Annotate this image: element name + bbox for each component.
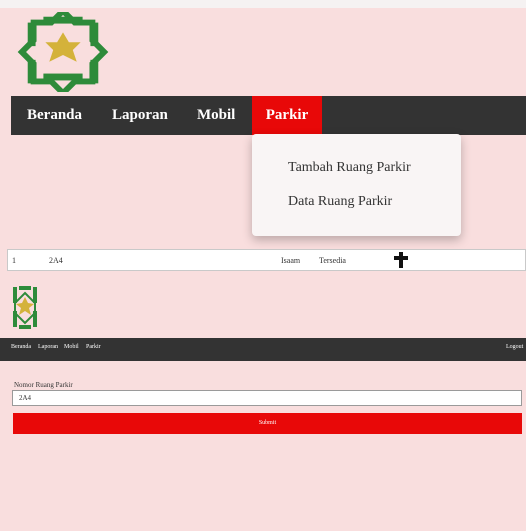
nav-laporan[interactable]: Laporan — [38, 344, 58, 350]
secondary-nav: Beranda Laporan Mobil Parkir Logout — [0, 338, 526, 361]
nomor-ruang-parkir-input[interactable]: 2A4 — [12, 390, 522, 406]
logout-link[interactable]: Logout — [506, 344, 523, 350]
nav-mobil[interactable]: Mobil — [64, 344, 79, 350]
dropdown-item-data-ruang-parkir[interactable]: Data Ruang Parkir — [288, 194, 392, 210]
cell-col3: Isaam — [281, 256, 301, 265]
logo-emblem-icon — [17, 12, 109, 92]
cell-status: Tersedia — [319, 256, 346, 265]
nav-mobil[interactable]: Mobil — [197, 96, 235, 135]
plus-icon[interactable] — [392, 251, 410, 269]
top-border — [0, 0, 526, 8]
cell-no: 1 — [12, 256, 16, 265]
logo-emblem-icon — [13, 286, 37, 329]
main-nav: Beranda Laporan Mobil Parkir — [11, 96, 526, 135]
dropdown-item-tambah-ruang-parkir[interactable]: Tambah Ruang Parkir — [288, 160, 411, 176]
submit-button[interactable]: Submit — [13, 413, 522, 434]
nav-parkir[interactable]: Parkir — [86, 344, 101, 350]
table-row: 1 2A4 Isaam Tersedia — [7, 249, 526, 271]
cell-nomor: 2A4 — [49, 256, 63, 265]
nav-laporan[interactable]: Laporan — [112, 96, 168, 135]
nav-beranda[interactable]: Beranda — [11, 344, 31, 350]
parkir-dropdown-menu: Tambah Ruang Parkir Data Ruang Parkir — [252, 134, 461, 236]
field-label: Nomor Ruang Parkir — [14, 381, 73, 389]
nav-beranda[interactable]: Beranda — [27, 96, 82, 135]
nav-parkir[interactable]: Parkir — [252, 96, 322, 135]
